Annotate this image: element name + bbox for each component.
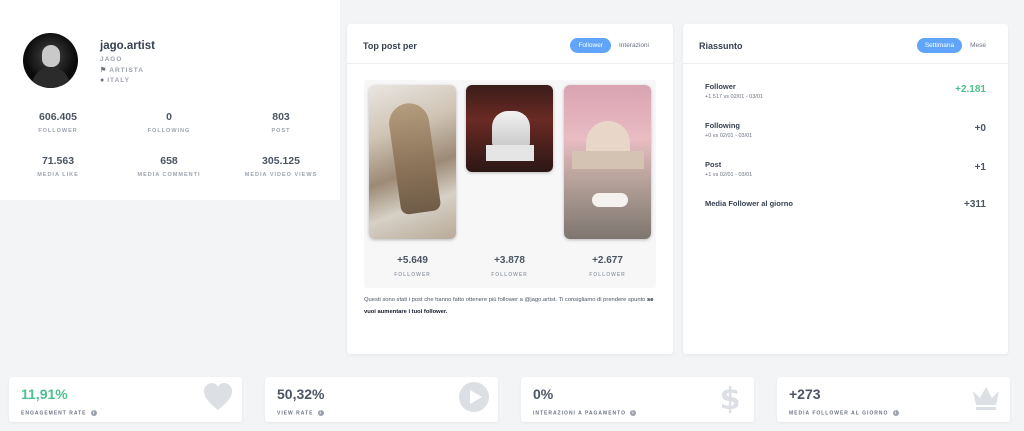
toggle-mese[interactable]: Mese [962,38,994,53]
profile-country: ● ITALY [100,77,130,84]
kpi-media-follower-giorno: +273 MEDIA FOLLOWER AL GIORNO i [777,377,1010,422]
summary-row-following: Following +0 vs 02/01 - 03/01 +0 [705,121,986,139]
summary-row-media-follower: Media Follower al giorno +311 [705,199,986,210]
svg-text:$: $ [720,382,741,413]
kpi-label: ENGAGEMENT RATE i [21,410,97,417]
profile-name: JAGO [100,56,123,63]
kpi-view-rate: 50,32% VIEW RATE i [265,377,498,422]
stat-follower: 606.405 FOLLOWER [38,111,78,134]
kpi-label: MEDIA FOLLOWER AL GIORNO i [789,410,899,417]
play-icon [459,382,489,412]
kpi-value: +273 [789,386,821,402]
stat-media-commenti: 658 MEDIA COMMENTI [137,155,201,178]
crown-icon [973,387,999,410]
top-posts-card: Top post per Follower Interazioni +5.649… [347,24,673,354]
avatar[interactable] [23,33,78,88]
heart-icon [204,383,232,410]
info-icon[interactable]: i [317,410,324,416]
post-stat-2: +3.878 FOLLOWER [491,255,528,278]
post-stat-3: +2.677 FOLLOWER [589,255,626,278]
info-icon[interactable]: i [90,410,97,416]
stat-media-like: 71.563 MEDIA LIKE [37,155,79,178]
profile-username: jago.artist [100,40,155,52]
summary-toggle: Settimana Mese [916,38,994,53]
kpi-value: 11,91% [21,386,68,402]
post-stat-1: +5.649 FOLLOWER [394,255,431,278]
tag-icon: ⚑ [100,67,108,74]
post-thumbnail-1[interactable] [369,85,456,239]
location-pin-icon: ● [100,77,106,84]
stat-media-video-views: 305.125 MEDIA VIDEO VIEWS [244,155,318,178]
kpi-engagement-rate: 11,91% ENGAGEMENT RATE i [9,377,242,422]
kpi-label: VIEW RATE i [277,410,324,417]
stat-following: 0 FOLLOWING [147,111,191,134]
dollar-icon: $ [720,382,741,413]
info-icon[interactable]: i [630,410,637,416]
toggle-settimana[interactable]: Settimana [916,38,963,53]
kpi-label: INTERAZIONI A PAGAMENTO i [533,410,637,417]
kpi-value: 50,32% [277,386,325,402]
kpi-interazioni-pagamento: 0% INTERAZIONI A PAGAMENTO i $ [521,377,754,422]
post-thumbnail-2[interactable] [466,85,553,172]
toggle-follower[interactable]: Follower [570,38,611,53]
kpi-value: 0% [533,386,554,402]
top-posts-grid: +5.649 FOLLOWER +3.878 FOLLOWER +2.677 FOLL… [364,80,656,288]
top-posts-title: Top post per [363,41,417,51]
summary-row-post: Post +1 vs 02/01 - 03/01 +1 [705,160,986,178]
stat-post: 803 POST [271,111,291,134]
profile-panel: jago.artist JAGO ⚑ ARTISTA ● ITALY 606.405… [0,0,340,200]
post-thumbnail-3[interactable] [564,85,651,239]
summary-card: Riassunto Settimana Mese Follower +1.517… [683,24,1008,354]
profile-category: ⚑ ARTISTA [100,67,144,74]
summary-row-follower: Follower +1.517 vs 02/01 - 03/01 +2.181 [705,82,986,100]
toggle-interazioni[interactable]: Interazioni [611,38,657,53]
top-posts-toggle: Follower Interazioni [570,38,657,53]
top-posts-note: Questi sono stati i post che hanno fatto… [364,297,654,315]
summary-title: Riassunto [699,41,743,51]
info-icon[interactable]: i [892,410,899,416]
